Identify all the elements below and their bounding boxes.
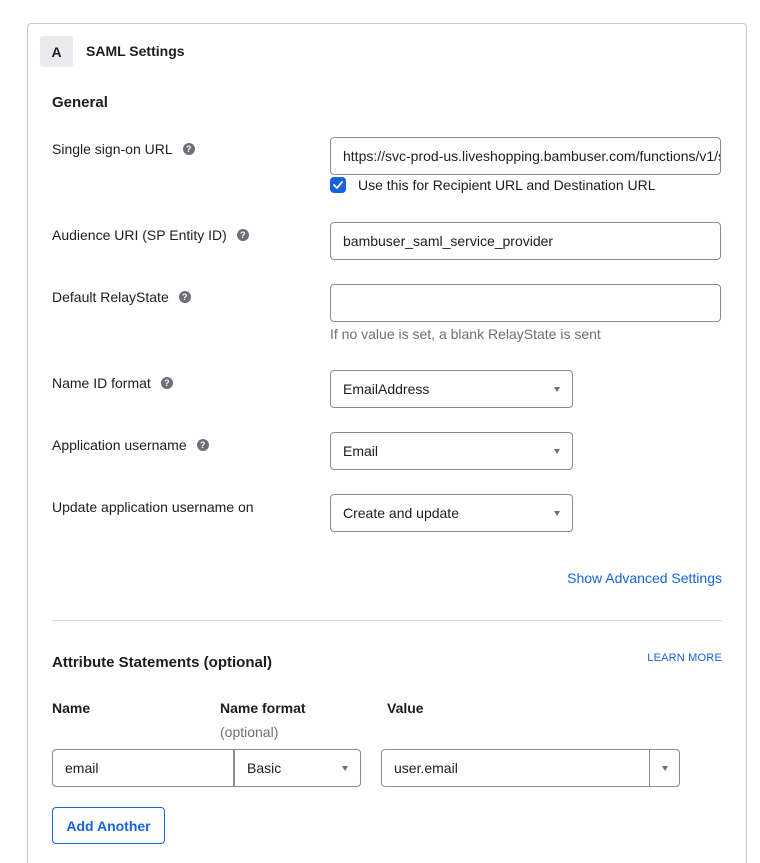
name-id-format-select[interactable]: EmailAddress	[330, 370, 573, 408]
update-username-selected: Create and update	[343, 505, 459, 521]
help-icon[interactable]: ?	[160, 377, 173, 389]
attribute-name-value: email	[65, 760, 99, 776]
sso-url-input[interactable]: https://svc-prod-us.liveshopping.bambuse…	[330, 137, 721, 175]
recipient-url-checkbox[interactable]	[330, 177, 346, 193]
attribute-value-dropdown-toggle[interactable]	[649, 750, 679, 786]
app-username-label-text: Application username	[52, 437, 187, 453]
audience-uri-label: Audience URI (SP Entity ID) ?	[52, 227, 249, 243]
add-another-button[interactable]: Add Another	[52, 807, 165, 844]
recipient-url-checkbox-label: Use this for Recipient URL and Destinati…	[358, 177, 656, 193]
audience-uri-label-text: Audience URI (SP Entity ID)	[52, 227, 227, 243]
checkmark-icon	[333, 181, 343, 189]
saml-settings-panel: A SAML Settings General Single sign-on U…	[27, 23, 747, 863]
audience-uri-input[interactable]: bambuser_saml_service_provider	[330, 222, 721, 260]
caret-down-icon	[554, 448, 560, 454]
name-id-format-label: Name ID format ?	[52, 375, 173, 391]
sso-url-value: https://svc-prod-us.liveshopping.bambuse…	[343, 148, 720, 164]
update-username-select[interactable]: Create and update	[330, 494, 573, 532]
attribute-name-input[interactable]: email	[52, 749, 234, 787]
help-icon[interactable]: ?	[196, 439, 209, 451]
relay-state-label: Default RelayState ?	[52, 289, 191, 305]
attribute-name-format-selected: Basic	[247, 760, 282, 776]
show-advanced-settings-link[interactable]: Show Advanced Settings	[567, 570, 722, 586]
audience-uri-value: bambuser_saml_service_provider	[343, 233, 554, 249]
step-badge: A	[40, 36, 73, 67]
column-header-name-format: Name format	[220, 700, 306, 716]
relay-state-hint: If no value is set, a blank RelayState i…	[330, 326, 601, 342]
column-header-value: Value	[387, 700, 424, 716]
attribute-name-format-select[interactable]: Basic	[234, 749, 361, 787]
attribute-value-text[interactable]: user.email	[382, 750, 649, 786]
name-id-format-label-text: Name ID format	[52, 375, 151, 391]
section-divider	[52, 620, 722, 621]
relay-state-input[interactable]	[330, 284, 721, 322]
attribute-value-combobox[interactable]: user.email	[381, 749, 680, 787]
caret-down-icon	[342, 765, 348, 771]
update-username-label-text: Update application username on	[52, 499, 254, 515]
caret-down-icon	[661, 765, 668, 771]
help-icon[interactable]: ?	[178, 291, 191, 303]
general-heading: General	[52, 94, 108, 111]
caret-down-icon	[554, 510, 560, 516]
learn-more-link[interactable]: LEARN MORE	[647, 652, 722, 664]
help-icon[interactable]: ?	[236, 229, 249, 241]
recipient-url-checkbox-row[interactable]: Use this for Recipient URL and Destinati…	[330, 177, 656, 193]
relay-state-label-text: Default RelayState	[52, 289, 169, 305]
caret-down-icon	[554, 386, 560, 392]
app-username-label: Application username ?	[52, 437, 209, 453]
column-header-name-format-optional: (optional)	[220, 724, 279, 740]
app-username-select[interactable]: Email	[330, 432, 573, 470]
update-username-label: Update application username on	[52, 499, 254, 515]
sso-url-label-text: Single sign-on URL	[52, 141, 173, 157]
panel-title: SAML Settings	[86, 43, 185, 59]
column-header-name: Name	[52, 700, 91, 716]
sso-url-label: Single sign-on URL ?	[52, 141, 195, 157]
help-icon[interactable]: ?	[182, 143, 195, 155]
app-username-selected: Email	[343, 443, 379, 459]
name-id-format-selected: EmailAddress	[343, 381, 430, 397]
attribute-statements-heading: Attribute Statements (optional)	[52, 654, 272, 671]
